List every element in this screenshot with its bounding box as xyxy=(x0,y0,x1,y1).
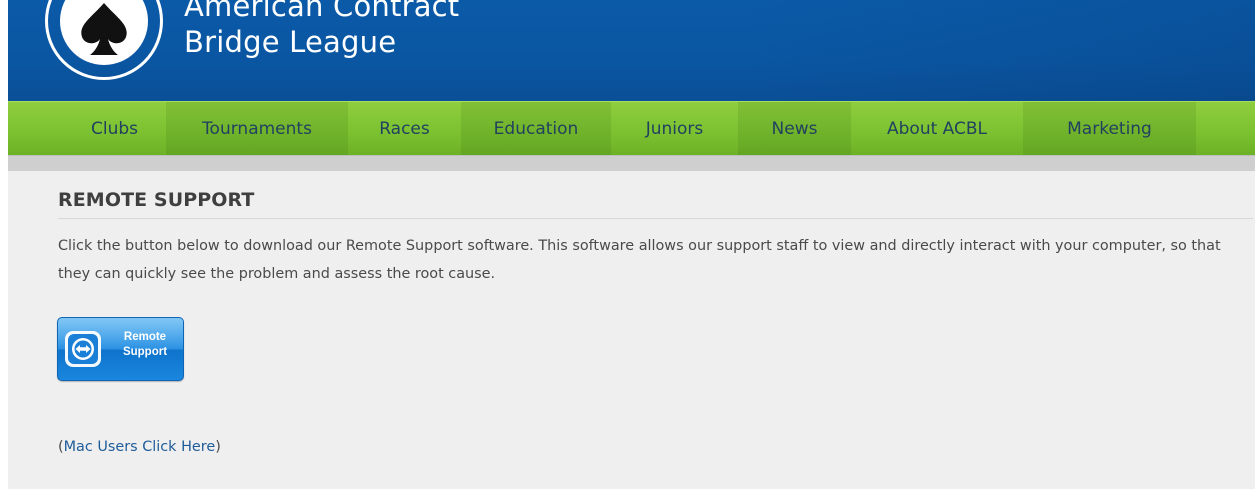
nav-item-tournaments[interactable]: Tournaments xyxy=(166,102,348,155)
header-divider-stripe xyxy=(8,155,1255,171)
nav-item-news[interactable]: News xyxy=(738,102,851,155)
page-title: REMOTE SUPPORT xyxy=(58,189,255,211)
remote-support-line1: Remote xyxy=(123,331,167,343)
nav-item-education[interactable]: Education xyxy=(461,102,611,155)
acbl-logo[interactable] xyxy=(45,0,163,80)
nav-item-about-acbl[interactable]: About ACBL xyxy=(851,102,1023,155)
nav-item-marketing[interactable]: Marketing xyxy=(1023,102,1196,155)
mac-users-line: (Mac Users Click Here) xyxy=(58,439,221,455)
mac-users-link[interactable]: Mac Users Click Here xyxy=(64,439,216,455)
description-text: Click the button below to download our R… xyxy=(58,238,1221,282)
remote-support-button[interactable]: Remote Support xyxy=(57,317,184,381)
nav-item-juniors[interactable]: Juniors xyxy=(611,102,738,155)
remote-support-icon xyxy=(65,331,101,367)
nav-item-races[interactable]: Races xyxy=(348,102,461,155)
nav-item-clubs[interactable]: Clubs xyxy=(63,102,166,155)
remote-support-label: Remote Support xyxy=(110,330,180,360)
site-header: American Contract Bridge League xyxy=(8,0,1255,101)
remote-support-line2: Support xyxy=(122,346,168,358)
org-name[interactable]: American Contract Bridge League xyxy=(184,0,459,60)
org-name-line1: American Contract xyxy=(184,0,460,23)
org-name-line2: Bridge League xyxy=(184,25,397,59)
main-nav: Clubs Tournaments Races Education Junior… xyxy=(8,101,1255,155)
spade-icon xyxy=(60,0,148,65)
page-frame: American Contract Bridge League Clubs To… xyxy=(8,0,1255,489)
mac-suffix: ) xyxy=(215,439,221,455)
title-divider xyxy=(58,218,1253,219)
header-shade xyxy=(735,0,1255,101)
